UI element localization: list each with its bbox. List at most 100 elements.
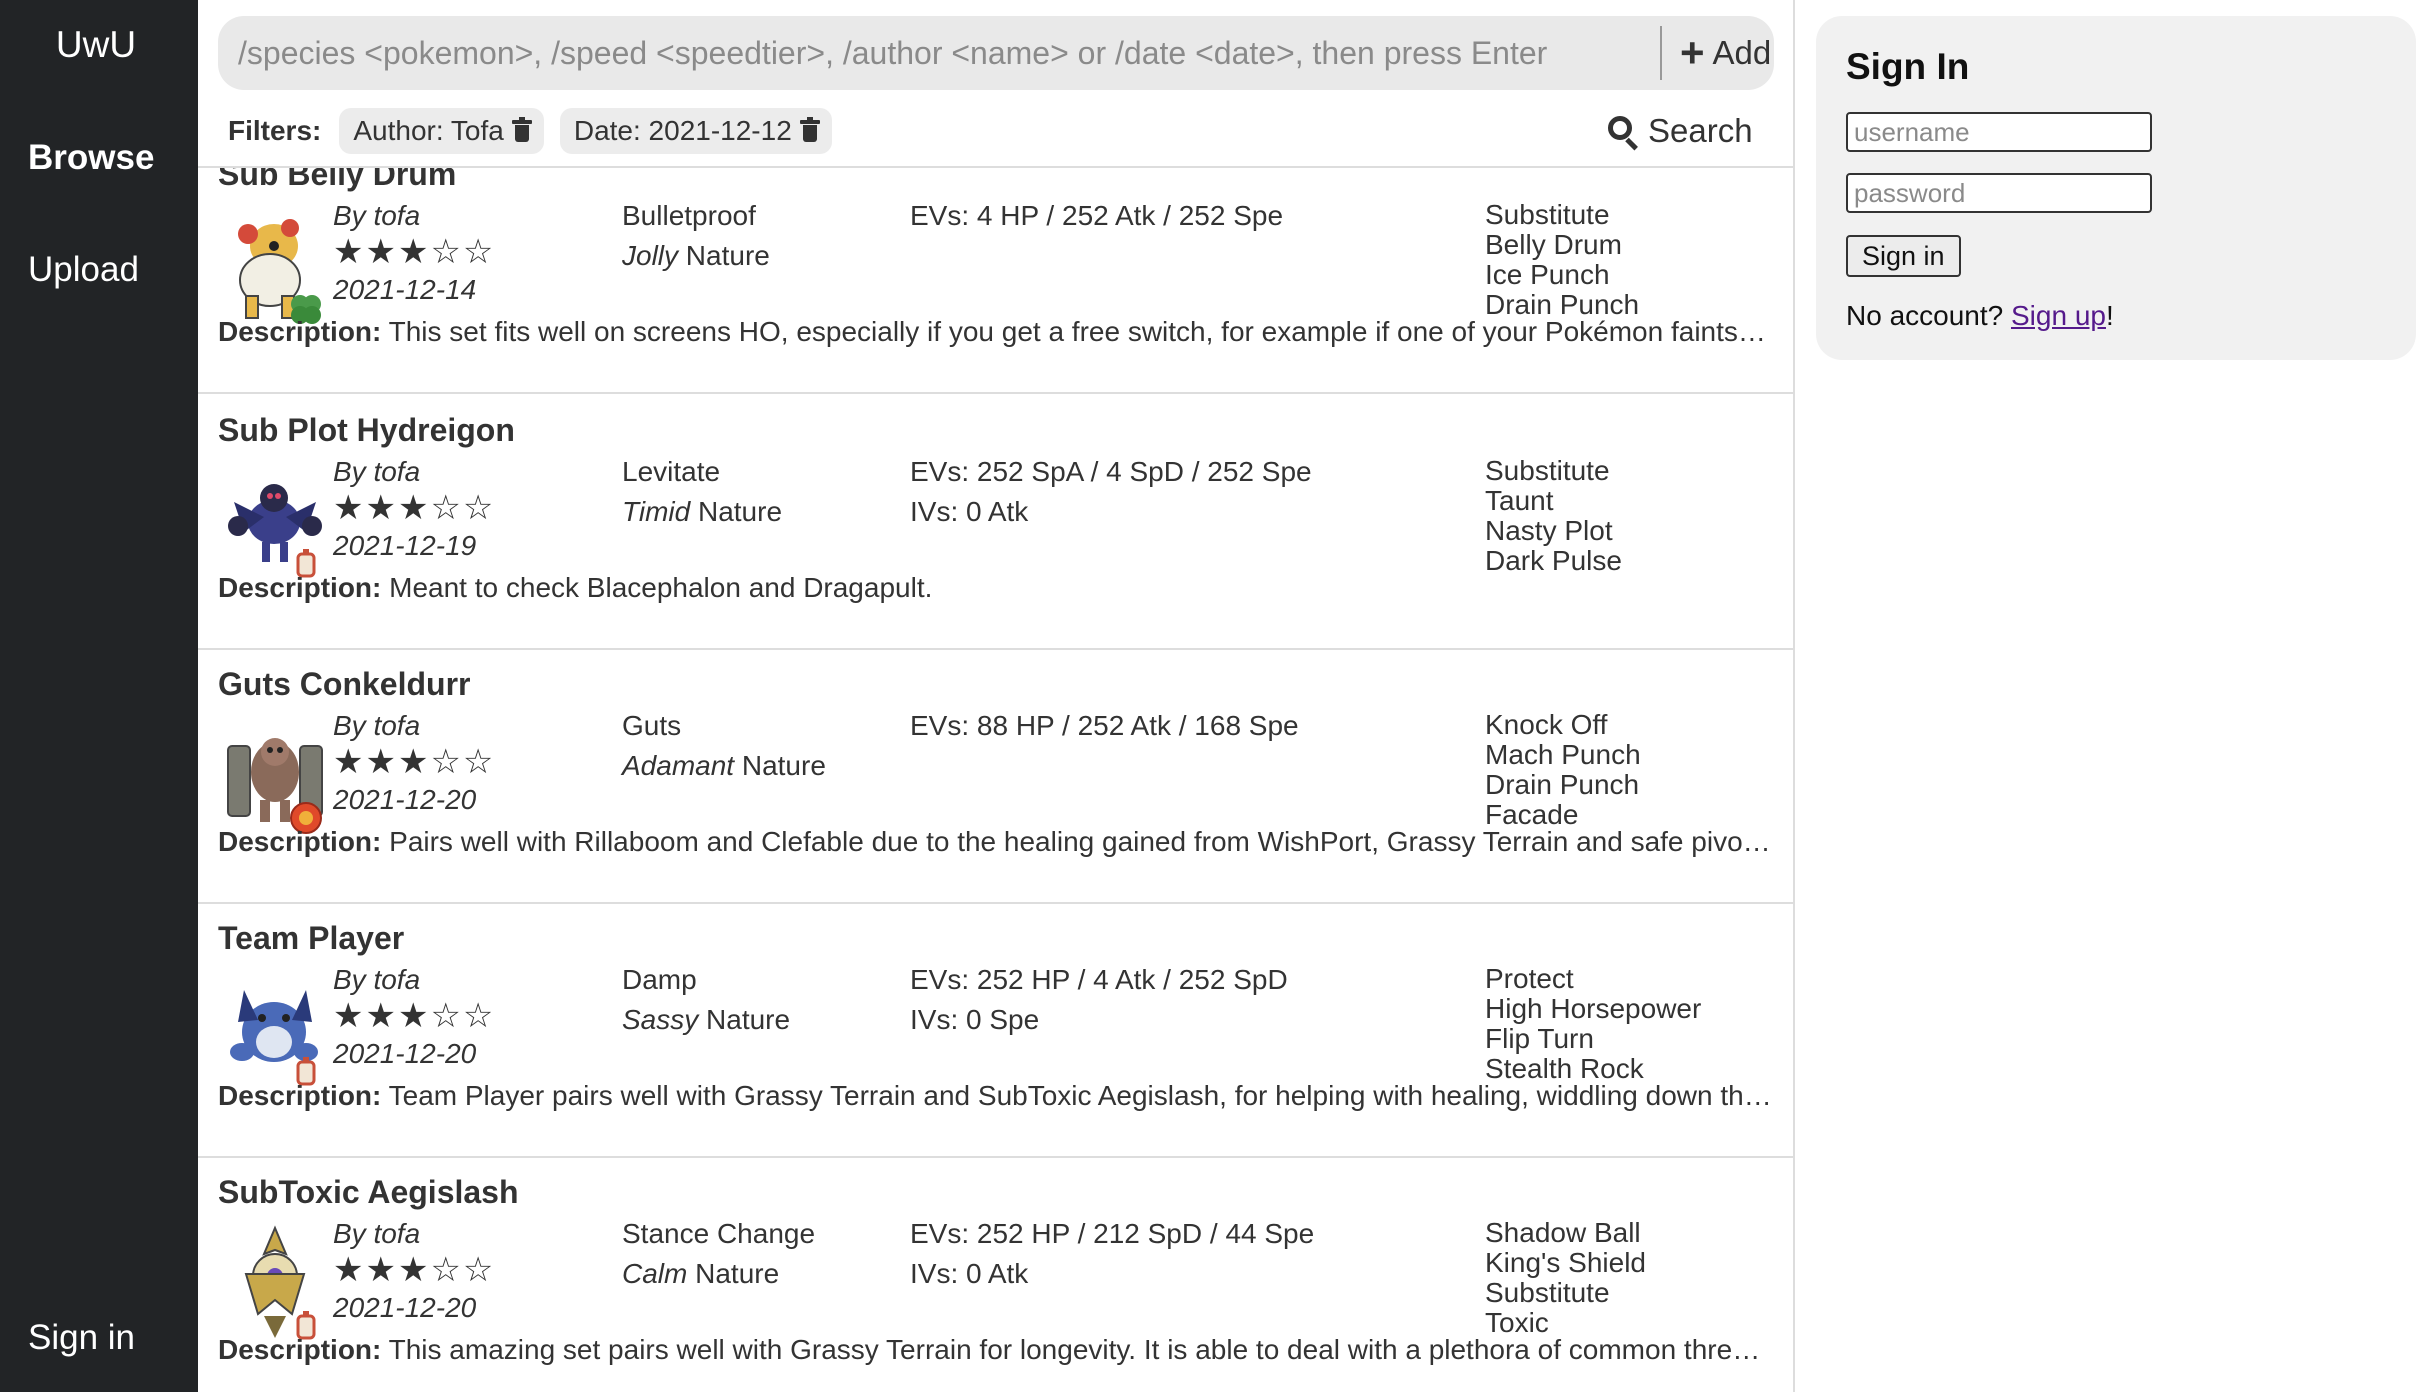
set-date: 2021-12-19 bbox=[333, 530, 477, 561]
set-title[interactable]: Sub Plot Hydreigon bbox=[218, 412, 515, 449]
description-label: Description: bbox=[218, 316, 382, 347]
nature-name: Calm bbox=[622, 1258, 688, 1289]
move-1: Substitute bbox=[1485, 199, 1610, 230]
move-1: Shadow Ball bbox=[1485, 1217, 1641, 1248]
move-3: Substitute bbox=[1485, 1277, 1610, 1308]
move-3: Nasty Plot bbox=[1485, 515, 1613, 546]
description-label: Description: bbox=[218, 1334, 382, 1365]
move-3: Drain Punch bbox=[1485, 769, 1640, 800]
filter-chip-date: Date: 2021-12-12 bbox=[559, 108, 832, 154]
move-2: Taunt bbox=[1485, 485, 1554, 516]
set-evs: EVs: 88 HP / 252 Atk / 168 Spe bbox=[910, 710, 1299, 741]
set-moves: Knock Off Mach Punch Drain Punch Facade bbox=[1485, 710, 1641, 830]
set-nature: Sassy Nature bbox=[622, 1004, 790, 1036]
set-author[interactable]: By tofa bbox=[333, 1218, 420, 1250]
star-rating[interactable]: ★★★☆☆ bbox=[333, 232, 495, 272]
filter-chip-label: Author: Tofa bbox=[353, 115, 504, 146]
set-date: 2021-12-20 bbox=[333, 1038, 477, 1069]
search-label: Search bbox=[1648, 112, 1753, 149]
nav-sign-in[interactable]: Sign in bbox=[28, 1318, 135, 1358]
description-label: Description: bbox=[218, 572, 382, 603]
add-label: Add bbox=[1712, 34, 1772, 71]
description-text: This amazing set pairs well with Grassy … bbox=[388, 1334, 1773, 1365]
brand-logo[interactable]: UwU bbox=[0, 24, 192, 66]
description-text: Meant to check Blacephalon and Dragapult… bbox=[381, 572, 933, 603]
search-header: + Add Filters: Author: Tofa Date: 2021-1… bbox=[198, 0, 1793, 168]
set-ivs: IVs: 0 Atk bbox=[910, 496, 1029, 527]
set-nature: Jolly Nature bbox=[622, 240, 770, 272]
sidebar: UwU Browse Upload Sign in bbox=[0, 0, 198, 1392]
set-evs: EVs: 252 HP / 212 SpD / 44 Spe bbox=[910, 1218, 1315, 1249]
nav-upload[interactable]: Upload bbox=[28, 250, 139, 290]
set-nature: Timid Nature bbox=[622, 496, 782, 528]
main-content: Sub Belly Drum By tofa ★★★☆☆ 2021-12-14 … bbox=[198, 0, 1795, 1392]
set-title[interactable]: SubToxic Aegislash bbox=[218, 1174, 519, 1211]
set-author[interactable]: By tofa bbox=[333, 200, 420, 232]
filter-chip-author: Author: Tofa bbox=[339, 108, 544, 154]
move-3: Ice Punch bbox=[1485, 259, 1610, 290]
set-author[interactable]: By tofa bbox=[333, 710, 420, 742]
star-rating[interactable]: ★★★☆☆ bbox=[333, 488, 495, 528]
set-ivs: IVs: 0 Atk bbox=[910, 1258, 1029, 1289]
no-account-label: No account? bbox=[1846, 300, 2011, 331]
set-card[interactable]: Sub Plot Hydreigon By tofa ★★★☆☆ 2021-12… bbox=[198, 396, 1793, 650]
set-ability: Bulletproof bbox=[622, 200, 756, 231]
plus-icon: + bbox=[1680, 29, 1705, 76]
move-2: Mach Punch bbox=[1485, 739, 1641, 770]
nav-browse[interactable]: Browse bbox=[28, 138, 154, 178]
nature-suffix: Nature bbox=[678, 240, 770, 271]
description-label: Description: bbox=[218, 1080, 382, 1111]
description-text: Team Player pairs well with Grassy Terra… bbox=[388, 1080, 1773, 1111]
set-evs: EVs: 252 HP / 4 Atk / 252 SpD bbox=[910, 964, 1288, 995]
trash-icon[interactable] bbox=[511, 117, 532, 142]
move-1: Substitute bbox=[1485, 455, 1610, 486]
move-2: Belly Drum bbox=[1485, 229, 1622, 260]
add-filter-button[interactable]: + Add bbox=[1680, 28, 1771, 78]
sign-in-title: Sign In bbox=[1846, 46, 1970, 87]
nature-name: Jolly bbox=[622, 240, 679, 271]
star-rating[interactable]: ★★★☆☆ bbox=[333, 1250, 495, 1290]
search-icon bbox=[1608, 116, 1638, 151]
trash-icon[interactable] bbox=[799, 117, 820, 142]
nature-suffix: Nature bbox=[690, 496, 783, 527]
set-author[interactable]: By tofa bbox=[333, 964, 420, 996]
command-bar: + Add bbox=[218, 16, 1774, 90]
command-input[interactable] bbox=[238, 24, 1658, 82]
set-description: Description: Team Player pairs well with… bbox=[218, 1080, 1773, 1112]
star-rating[interactable]: ★★★☆☆ bbox=[333, 742, 495, 782]
set-card[interactable]: SubToxic Aegislash By tofa ★★★☆☆ 2021-12… bbox=[198, 1158, 1793, 1392]
set-nature: Adamant Nature bbox=[622, 750, 826, 782]
filter-chip-label: Date: 2021-12-12 bbox=[573, 115, 792, 146]
search-button[interactable]: Search bbox=[1608, 106, 1753, 156]
nature-name: Sassy bbox=[622, 1004, 699, 1035]
set-date: 2021-12-14 bbox=[333, 274, 477, 305]
no-account-text: No account? Sign up! bbox=[1846, 300, 2114, 332]
nature-suffix: Nature bbox=[698, 1004, 791, 1035]
set-evs: EVs: 252 SpA / 4 SpD / 252 Spe bbox=[910, 456, 1312, 487]
set-moves: Shadow Ball King's Shield Substitute Tox… bbox=[1485, 1218, 1646, 1338]
set-moves: Substitute Taunt Nasty Plot Dark Pulse bbox=[1485, 456, 1622, 576]
sign-up-link[interactable]: Sign up bbox=[2011, 300, 2106, 331]
filters-row: Filters: Author: Tofa Date: 2021-12-12 bbox=[228, 108, 848, 154]
set-card[interactable]: Sub Belly Drum By tofa ★★★☆☆ 2021-12-14 … bbox=[198, 140, 1793, 394]
nature-name: Timid bbox=[622, 496, 691, 527]
move-1: Protect bbox=[1485, 963, 1574, 994]
command-divider bbox=[1660, 26, 1662, 80]
set-ability: Damp bbox=[622, 964, 697, 995]
star-rating[interactable]: ★★★☆☆ bbox=[333, 996, 495, 1036]
move-2: High Horsepower bbox=[1485, 993, 1702, 1024]
set-card[interactable]: Team Player By tofa ★★★☆☆ 2021-12-20 Dam… bbox=[198, 904, 1793, 1158]
set-title[interactable]: Guts Conkeldurr bbox=[218, 666, 470, 703]
set-title[interactable]: Team Player bbox=[218, 920, 404, 957]
sign-in-button[interactable]: Sign in bbox=[1846, 235, 1961, 277]
set-description: Description: This set fits well on scree… bbox=[218, 316, 1773, 348]
set-description: Description: This amazing set pairs well… bbox=[218, 1334, 1773, 1366]
set-card[interactable]: Guts Conkeldurr By tofa ★★★☆☆ 2021-12-20… bbox=[198, 650, 1793, 904]
username-field[interactable] bbox=[1846, 112, 2152, 152]
set-ability: Guts bbox=[622, 710, 682, 741]
set-nature: Calm Nature bbox=[622, 1258, 779, 1290]
set-moves: Protect High Horsepower Flip Turn Stealt… bbox=[1485, 964, 1701, 1084]
set-author[interactable]: By tofa bbox=[333, 456, 420, 488]
move-3: Flip Turn bbox=[1485, 1023, 1594, 1054]
password-field[interactable] bbox=[1846, 173, 2152, 213]
